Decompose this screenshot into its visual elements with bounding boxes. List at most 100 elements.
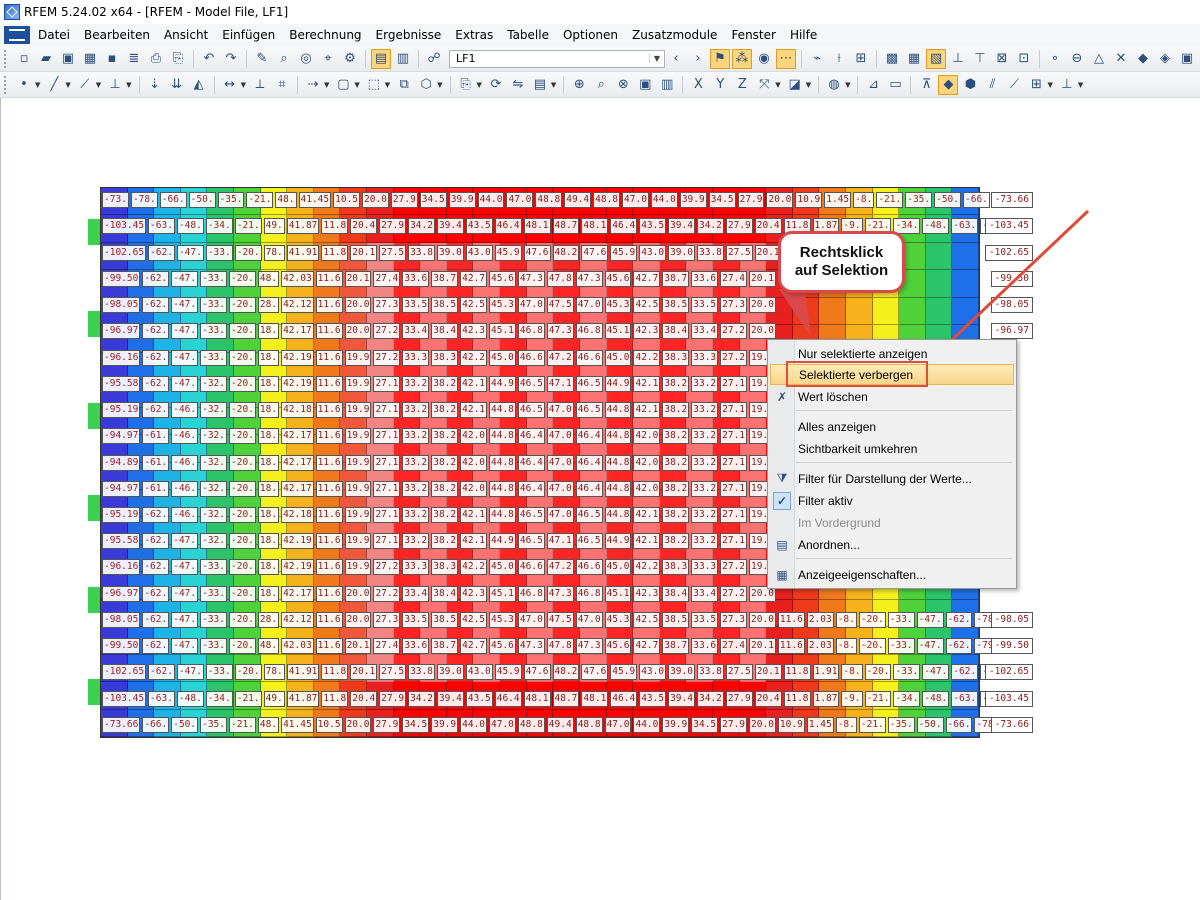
navigator-icon[interactable]: ▤ bbox=[371, 48, 391, 69]
value-label[interactable]: 48. bbox=[275, 192, 297, 209]
value-label[interactable]: 43.0 bbox=[639, 244, 667, 261]
section-cut-icon[interactable]: ⫽ bbox=[982, 75, 1002, 95]
value-label[interactable]: 34.2 bbox=[696, 218, 724, 235]
value-label[interactable]: -20. bbox=[229, 454, 256, 471]
value-label[interactable]: 46.4 bbox=[517, 428, 545, 445]
menu-optionen[interactable]: Optionen bbox=[557, 28, 626, 42]
value-label[interactable]: 38.3 bbox=[662, 559, 690, 576]
value-label[interactable]: 20.0 bbox=[344, 585, 372, 602]
value-label[interactable]: 33.3 bbox=[691, 349, 719, 366]
value-label[interactable]: 20.1 bbox=[749, 638, 776, 655]
value-label[interactable]: 43.5 bbox=[639, 218, 667, 235]
value-label[interactable]: 27.5 bbox=[725, 244, 753, 261]
value-label[interactable]: 47.3 bbox=[575, 638, 603, 655]
previous-load-case-icon[interactable]: ‹ bbox=[666, 49, 686, 69]
value-label[interactable]: -98.05 bbox=[102, 611, 141, 628]
value-label[interactable]: 33.6 bbox=[691, 638, 719, 655]
value-label[interactable]: -62. bbox=[142, 375, 170, 392]
value-label[interactable]: 45.9 bbox=[610, 244, 638, 261]
value-label[interactable]: 27.9 bbox=[390, 192, 418, 209]
value-label[interactable]: -47. bbox=[171, 375, 199, 392]
value-label[interactable]: -47. bbox=[171, 638, 199, 655]
edge-value-label[interactable]: -99.50 bbox=[990, 638, 1033, 655]
value-label[interactable]: -47. bbox=[171, 533, 199, 550]
value-label[interactable]: -32. bbox=[200, 533, 227, 550]
value-label[interactable]: 10.5 bbox=[333, 192, 361, 209]
work-plane-icon[interactable]: ⊥ bbox=[1057, 75, 1077, 95]
value-label[interactable]: 27.1 bbox=[373, 506, 401, 523]
value-label[interactable]: 39.9 bbox=[662, 716, 690, 733]
value-label[interactable]: 42.1 bbox=[460, 402, 488, 419]
value-label[interactable]: -33. bbox=[205, 244, 233, 261]
menu-einfuegen[interactable]: Einfügen bbox=[216, 28, 283, 42]
guide-line-icon[interactable]: ⌗ bbox=[272, 75, 292, 95]
value-label[interactable]: 42.3 bbox=[460, 585, 488, 602]
value-label[interactable]: 11.6 bbox=[315, 428, 343, 445]
new-support-icon[interactable]: ⊥ bbox=[105, 75, 125, 95]
value-label[interactable]: 47.1 bbox=[546, 533, 574, 550]
value-label[interactable]: 42.3 bbox=[633, 585, 661, 602]
value-label[interactable]: 20.1 bbox=[754, 664, 782, 681]
value-label[interactable]: -8. bbox=[841, 664, 863, 681]
value-label[interactable]: -20. bbox=[229, 638, 256, 655]
menu-ergebnisse[interactable]: Ergebnisse bbox=[370, 28, 450, 42]
value-label[interactable]: 42.0 bbox=[460, 480, 488, 497]
next-load-case-icon[interactable]: › bbox=[688, 49, 708, 69]
value-label[interactable]: 43.0 bbox=[639, 664, 667, 681]
value-label[interactable]: 27.9 bbox=[373, 716, 401, 733]
value-label[interactable]: 42.12 bbox=[281, 611, 314, 628]
value-label[interactable]: 38.5 bbox=[431, 611, 459, 628]
value-label[interactable]: 20.1 bbox=[350, 664, 378, 681]
menu-zusatzmodule[interactable]: Zusatzmodule bbox=[626, 28, 725, 42]
value-label[interactable]: 34.2 bbox=[408, 218, 435, 235]
value-label[interactable]: 10.5 bbox=[315, 716, 343, 733]
value-label[interactable]: -73. bbox=[102, 192, 129, 209]
value-label[interactable]: 38.4 bbox=[431, 585, 459, 602]
value-label[interactable]: -62. bbox=[945, 611, 973, 628]
value-label[interactable]: -20. bbox=[229, 297, 256, 314]
value-label[interactable]: 27.2 bbox=[373, 559, 401, 576]
value-label[interactable]: 42.2 bbox=[460, 349, 488, 366]
value-label[interactable]: 38.7 bbox=[431, 638, 459, 655]
value-label[interactable]: 10.9 bbox=[777, 716, 805, 733]
value-label[interactable]: 48.7 bbox=[552, 218, 580, 235]
value-label[interactable]: 20.4 bbox=[754, 690, 782, 707]
value-label[interactable]: 20.0 bbox=[344, 297, 372, 314]
value-label[interactable]: 27.1 bbox=[373, 480, 401, 497]
value-label[interactable]: 27.2 bbox=[373, 585, 401, 602]
menu-item-delete-value[interactable]: ✗ Wert löschen bbox=[770, 386, 1014, 407]
value-label[interactable]: 20.4 bbox=[350, 690, 378, 707]
value-label[interactable]: 27.4 bbox=[373, 270, 401, 287]
toolbar-grip[interactable] bbox=[4, 75, 9, 94]
value-label[interactable]: 42.19 bbox=[281, 375, 314, 392]
value-label[interactable]: 33.8 bbox=[696, 664, 724, 681]
value-label[interactable]: 27.1 bbox=[720, 533, 748, 550]
value-label[interactable]: -47. bbox=[171, 559, 199, 576]
value-label[interactable]: 45.9 bbox=[494, 664, 522, 681]
value-label[interactable]: 46.8 bbox=[575, 585, 603, 602]
value-label[interactable]: 33.2 bbox=[402, 506, 430, 523]
value-label[interactable]: 11.6 bbox=[315, 454, 343, 471]
value-label[interactable]: 38.2 bbox=[431, 454, 459, 471]
view-y-icon[interactable]: Y bbox=[710, 75, 730, 95]
clipping-icon[interactable]: ⟋ bbox=[1004, 75, 1024, 95]
value-label[interactable]: 11.6 bbox=[315, 585, 343, 602]
view-xz-icon[interactable]: ⤧ bbox=[754, 75, 774, 95]
value-label[interactable]: 19.9 bbox=[344, 533, 372, 550]
value-label[interactable]: 11.6 bbox=[315, 375, 343, 392]
value-label[interactable]: 42.3 bbox=[460, 323, 488, 340]
hinge-icon[interactable]: ⊤ bbox=[970, 49, 990, 69]
value-label[interactable]: -32. bbox=[200, 480, 227, 497]
value-label[interactable]: 46.4 bbox=[575, 454, 603, 471]
value-label[interactable]: 45.1 bbox=[604, 323, 632, 340]
value-label[interactable]: -32. bbox=[200, 506, 227, 523]
value-label[interactable]: -20. bbox=[229, 506, 256, 523]
ruler-icon[interactable]: ▭ bbox=[885, 75, 905, 95]
value-label[interactable]: -46. bbox=[171, 428, 199, 445]
value-label[interactable]: 42.18 bbox=[281, 506, 314, 523]
chevron-down-icon[interactable]: ▼ bbox=[649, 54, 664, 63]
value-label[interactable]: 38.7 bbox=[662, 270, 690, 287]
value-label[interactable]: 42.1 bbox=[460, 375, 488, 392]
value-label[interactable]: -21. bbox=[246, 192, 274, 209]
value-label[interactable]: -33. bbox=[887, 611, 915, 628]
